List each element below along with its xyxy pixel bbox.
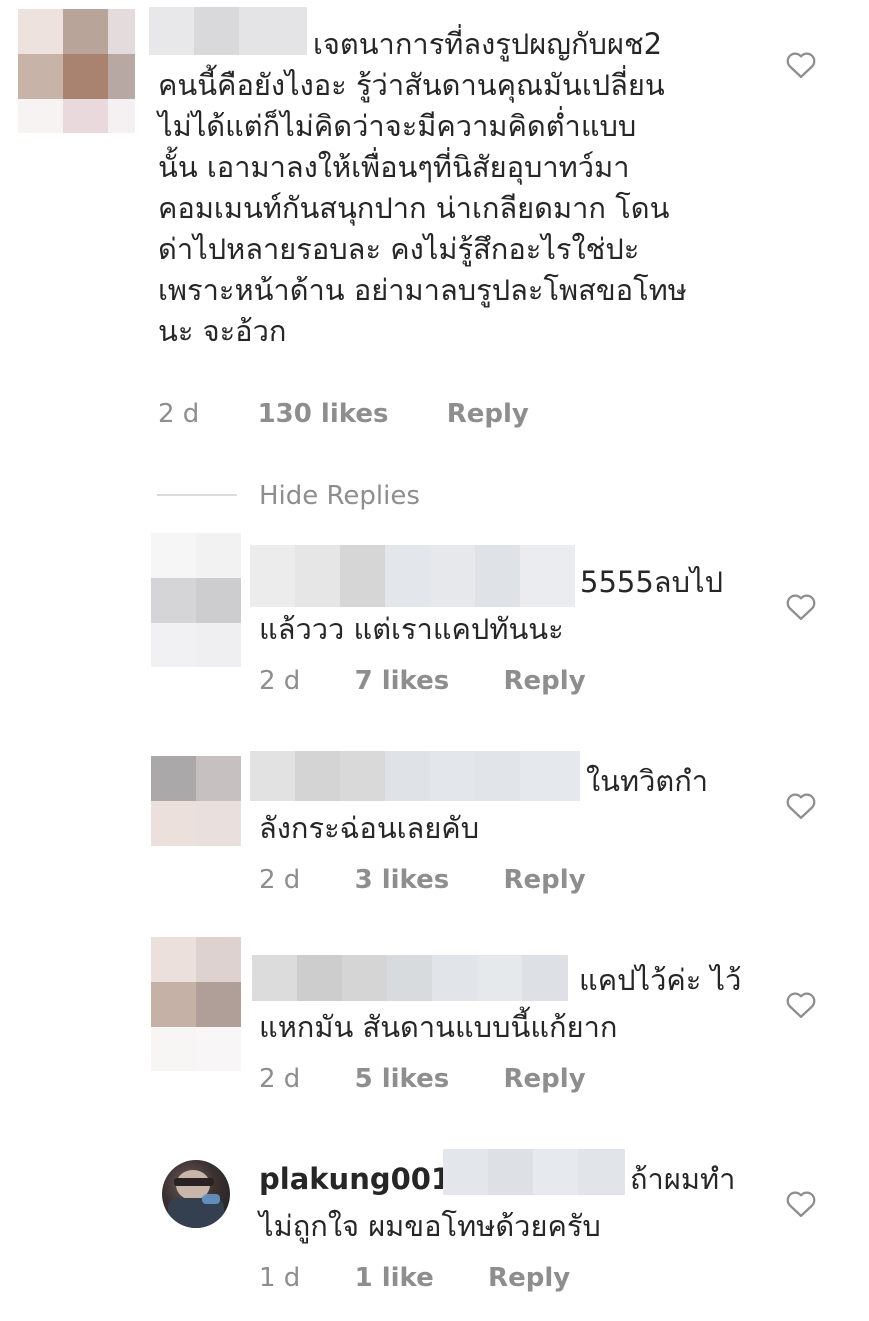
likes-count[interactable]: 5 likes: [355, 1064, 450, 1094]
heart-outline-icon[interactable]: [786, 792, 816, 820]
comment-text-line: คอมเมนท์กันสนุกปาก น่าเกลียดมาก โดน: [158, 191, 670, 225]
hide-replies-line: [157, 494, 237, 496]
comment-text-line: ไม่ได้แต่ก็ไม่คิดว่าจะมีความคิดต่ำแบบ: [158, 109, 637, 143]
comment-text-line: เพราะหน้าด้าน อย่ามาลบรูปละโพสขอโทษ: [158, 273, 687, 307]
comment-text-line: คนนี้คือยังไงอะ รู้ว่าสันดานคุณมันเปลี่ย…: [158, 68, 665, 102]
avatar[interactable]: [151, 756, 241, 846]
username-blurred[interactable]: [443, 1149, 625, 1195]
likes-count[interactable]: 1 like: [355, 1263, 434, 1293]
heart-outline-icon[interactable]: [786, 51, 816, 79]
reply-meta: 1 d 1 like Reply: [259, 1263, 570, 1293]
reply-time[interactable]: 1 d: [259, 1263, 300, 1293]
reply-button[interactable]: Reply: [447, 399, 529, 429]
reply-meta: 2 d 3 likes Reply: [259, 865, 586, 895]
reply-time[interactable]: 2 d: [259, 865, 300, 895]
comment-text-line: ด่าไปหลายรอบละ คงไม่รู้สึกอะไรใช่ปะ: [158, 232, 640, 266]
reply-time[interactable]: 2 d: [259, 1064, 300, 1094]
likes-count[interactable]: 3 likes: [355, 865, 450, 895]
reply-text-line: แคปไว้ค่ะ ไว้: [579, 963, 742, 997]
heart-outline-icon[interactable]: [786, 991, 816, 1019]
reply-text-line: แล้ววว แต่เราแคปทันนะ: [259, 612, 564, 646]
reply-text-line: ถ้าผมทำ: [630, 1162, 736, 1196]
username-blurred[interactable]: [252, 955, 568, 1001]
reply-button[interactable]: Reply: [504, 666, 586, 696]
reply-meta: 2 d 7 likes Reply: [259, 666, 586, 696]
reply-text-line: 5555ลบไป: [580, 565, 723, 599]
reply-text-line: แหกมัน สันดานแบบนี้แก้ยาก: [259, 1010, 618, 1044]
hide-replies-button[interactable]: Hide Replies: [259, 481, 420, 511]
avatar[interactable]: [18, 9, 135, 133]
heart-outline-icon[interactable]: [786, 593, 816, 621]
heart-outline-icon[interactable]: [786, 1190, 816, 1218]
reply-username[interactable]: plakung001: [259, 1159, 451, 1200]
likes-count[interactable]: 7 likes: [355, 666, 450, 696]
reply-text-line: ลังกระฉ่อนเลยคับ: [259, 811, 480, 845]
reply-button[interactable]: Reply: [504, 865, 586, 895]
reply-meta: 2 d 5 likes Reply: [259, 1064, 586, 1094]
comment-meta: 2 d 130 likes Reply: [158, 399, 529, 429]
reply-button[interactable]: Reply: [504, 1064, 586, 1094]
reply-text-line: ไม่ถูกใจ ผมขอโทษด้วยครับ: [259, 1209, 601, 1243]
comment-text-line: นั้น เอามาลงให้เพื่อนๆที่นิสัยอุบาทว์มา: [158, 150, 630, 184]
username-blurred[interactable]: [250, 545, 575, 607]
reply-button[interactable]: Reply: [488, 1263, 570, 1293]
comment-text-line: นะ จะอ้วก: [158, 314, 287, 348]
comment-text-body: คนนี้คือยังไงอะ รู้ว่าสันดานคุณมันเปลี่ย…: [158, 65, 687, 352]
comment-text-line: เจตนาการที่ลงรูปผญกับผช2: [313, 27, 663, 61]
avatar[interactable]: [151, 533, 241, 667]
likes-count[interactable]: 130 likes: [258, 399, 389, 429]
reply-time[interactable]: 2 d: [259, 666, 300, 696]
username-blurred[interactable]: [149, 7, 307, 55]
comment-time[interactable]: 2 d: [158, 399, 199, 429]
avatar[interactable]: [162, 1160, 230, 1228]
username-blurred[interactable]: [250, 751, 580, 801]
avatar[interactable]: [151, 937, 241, 1071]
reply-text-line: ในทวิตกำ: [586, 764, 709, 798]
